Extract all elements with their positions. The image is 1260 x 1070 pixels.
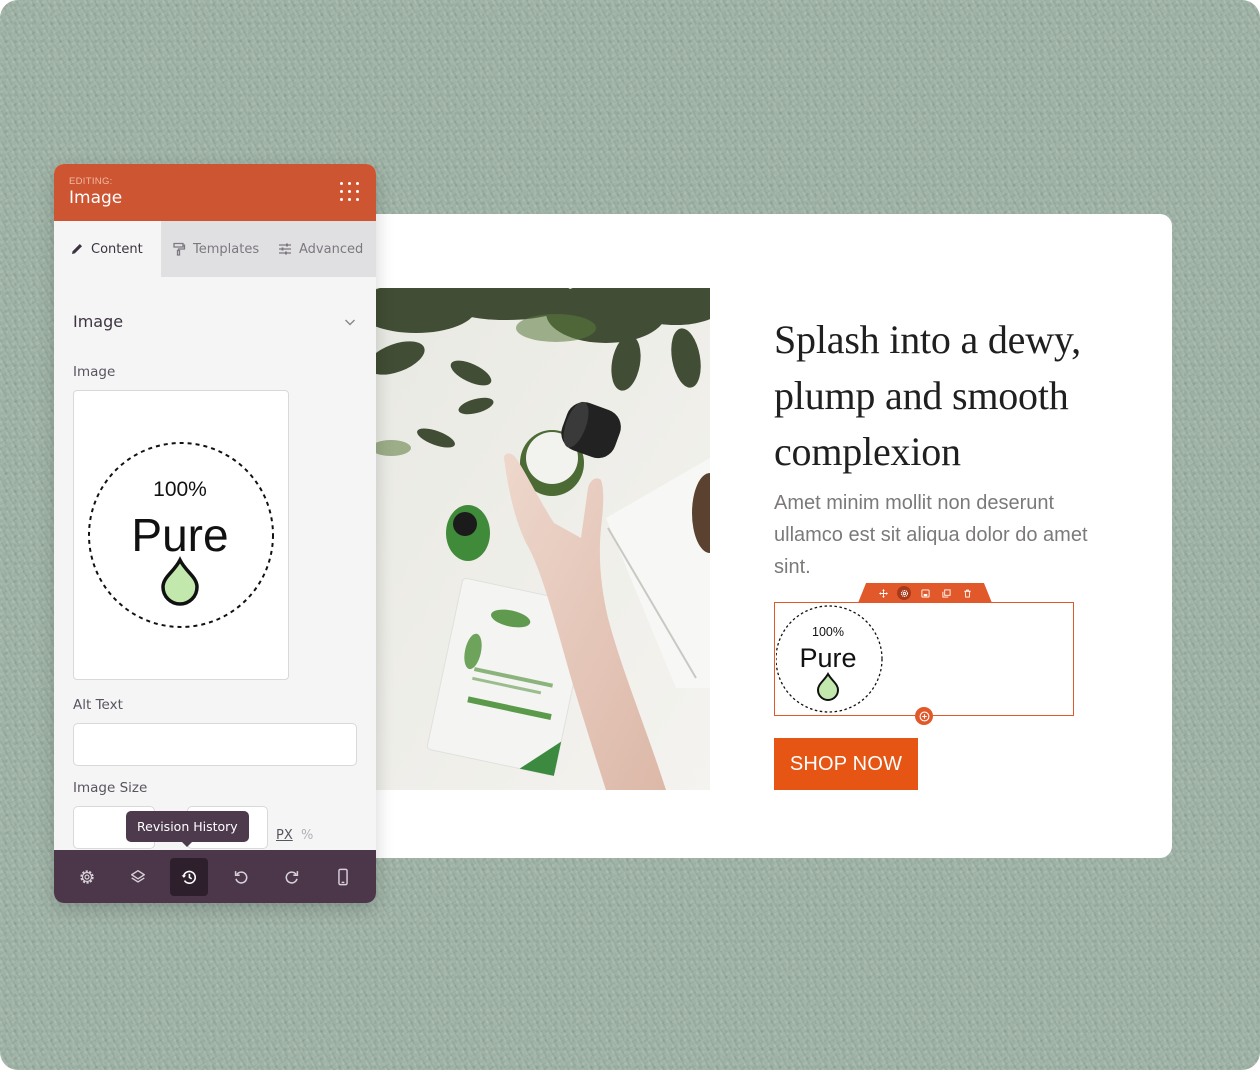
- body-copy: Amet minim mollit non deserunt ullamco e…: [774, 492, 1088, 578]
- module-toolbar: [858, 583, 992, 603]
- product-photo: [376, 288, 710, 790]
- panel-tabs: Content Templates Advanced: [54, 221, 376, 277]
- pencil-icon: [72, 244, 82, 254]
- gear-icon[interactable]: [897, 586, 911, 600]
- layers-icon: [131, 869, 145, 883]
- move-icon[interactable]: [876, 586, 890, 600]
- paint-roller-icon: [173, 242, 186, 256]
- alt-text-label: Alt Text: [73, 697, 123, 713]
- tab-label: Content: [91, 241, 143, 257]
- duplicate-icon[interactable]: [939, 586, 953, 600]
- panel-footer-toolbar: [54, 850, 376, 903]
- image-section-header[interactable]: Image: [73, 312, 357, 331]
- tab-content[interactable]: Content: [54, 221, 161, 277]
- section-title: Image: [73, 312, 124, 331]
- editing-label: EDITING:: [69, 176, 113, 187]
- unit-percent-toggle[interactable]: %: [301, 828, 313, 843]
- image-size-label: Image Size: [73, 780, 148, 796]
- drag-handle-icon[interactable]: [340, 182, 360, 202]
- alt-text-input[interactable]: [73, 723, 357, 766]
- responsive-preview-button[interactable]: [324, 858, 362, 896]
- history-icon: [181, 870, 197, 884]
- revision-history-tooltip: Revision History: [126, 811, 249, 847]
- chevron-down-icon[interactable]: [343, 315, 357, 329]
- shop-now-button[interactable]: SHOP NOW: [774, 738, 918, 790]
- layers-button[interactable]: [119, 858, 157, 896]
- unit-px-toggle[interactable]: PX: [276, 828, 293, 843]
- editor-panel: EDITING: Image Content Templates Advance…: [54, 164, 376, 903]
- image-picker[interactable]: 100% Pure: [73, 390, 289, 680]
- badge-word: Pure: [131, 509, 228, 561]
- sliders-icon: [279, 243, 291, 255]
- plus-circle-icon: [919, 711, 929, 721]
- badge-percent: 100%: [153, 478, 207, 501]
- badge-percent: 100%: [812, 625, 844, 639]
- pure-badge-thumbnail: 100% Pure: [88, 439, 278, 629]
- panel-header: EDITING: Image: [54, 164, 376, 221]
- tab-advanced[interactable]: Advanced: [269, 221, 376, 277]
- redo-button[interactable]: [273, 858, 311, 896]
- tab-templates[interactable]: Templates: [161, 221, 269, 277]
- undo-icon: [234, 870, 248, 884]
- headline: Splash into a dewy, plump and smooth com…: [774, 317, 1081, 474]
- redo-icon: [285, 870, 299, 884]
- undo-button[interactable]: [222, 858, 260, 896]
- trash-icon[interactable]: [960, 586, 974, 600]
- add-module-button[interactable]: [915, 707, 933, 725]
- mobile-icon: [338, 868, 349, 885]
- revision-history-button[interactable]: [170, 857, 209, 896]
- badge-word: Pure: [799, 643, 856, 673]
- image-field-label: Image: [73, 364, 116, 380]
- gear-icon: [79, 869, 94, 884]
- settings-button[interactable]: [68, 858, 106, 896]
- tab-label: Templates: [193, 241, 260, 257]
- save-icon[interactable]: [918, 586, 932, 600]
- tab-label: Advanced: [299, 241, 364, 257]
- pure-badge-preview: 100% Pure: [776, 604, 886, 714]
- module-name: Image: [69, 188, 123, 208]
